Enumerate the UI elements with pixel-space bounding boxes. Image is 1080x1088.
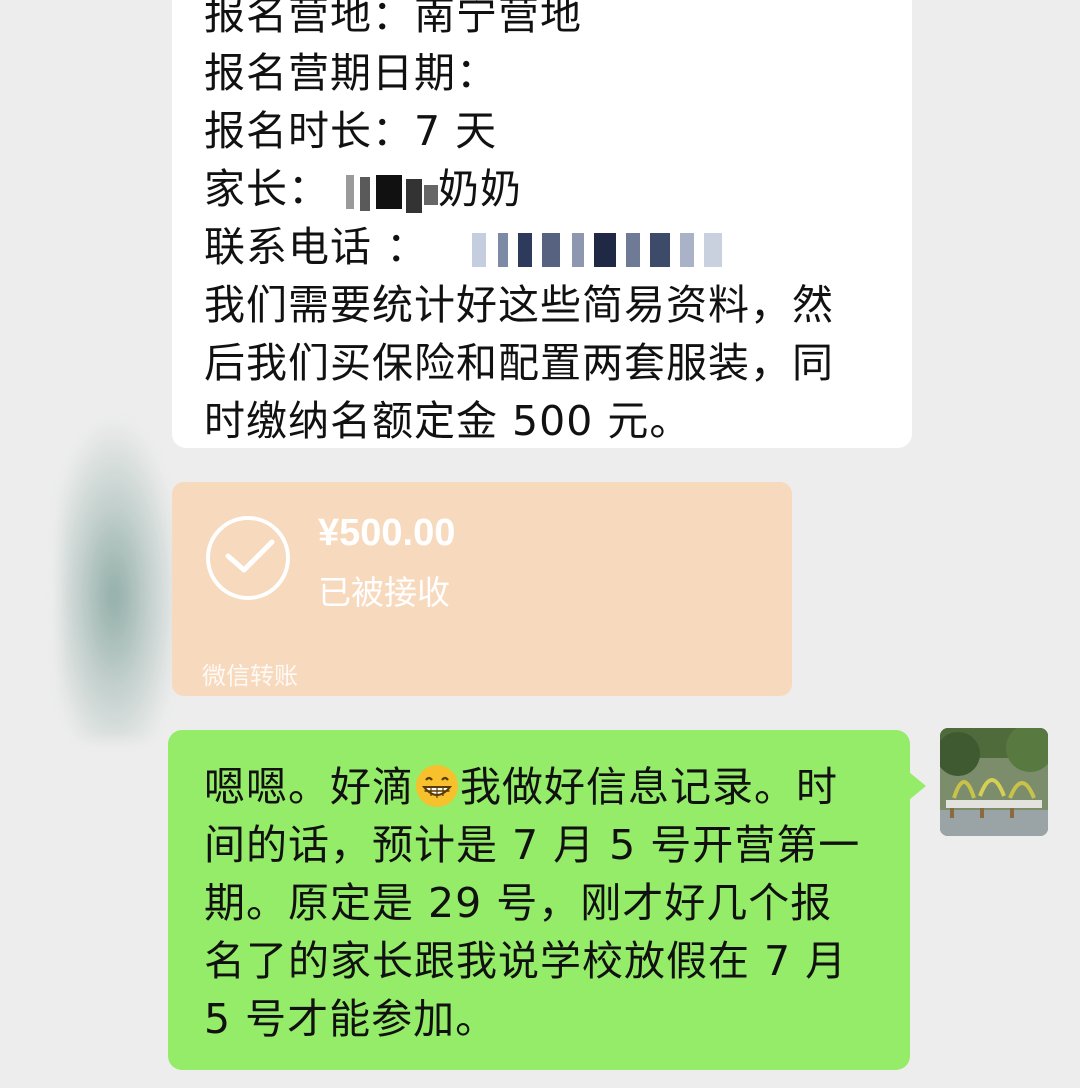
message-line: 期。原定是 29 号，刚才好几个报 (204, 879, 833, 927)
phone-line: 联系电话 ： (204, 218, 912, 276)
message-line: 报名时长：7 天 (204, 107, 498, 155)
parent-line: 家长： 奶奶 (204, 160, 912, 218)
outgoing-message-bubble[interactable]: 嗯嗯。好滴 我做好信息记录。时 间的话，预计是 7 月 5 号开营第一 期。原定是… (168, 730, 926, 1070)
message-line: 时缴纳名额定金 500 元。 (204, 397, 692, 445)
redacted-name-mosaic (346, 167, 438, 217)
message-line: 嗯嗯。好滴 我做好信息记录。时 (204, 758, 890, 816)
check-circle-icon (206, 516, 290, 600)
transfer-status: 已被接收 (318, 573, 450, 612)
parent-suffix: 奶奶 (438, 165, 522, 213)
incoming-message-bubble[interactable]: 报名营地：南宁营地 报名营期日期： 报名时长：7 天 家长： 奶奶 联系电话 ：… (172, 0, 912, 448)
transfer-amount: ¥500.00 (318, 512, 456, 554)
message-line: 我们需要统计好这些简易资料，然 (204, 281, 834, 329)
grinning-face-icon (416, 765, 458, 807)
wechat-transfer-card[interactable]: ¥500.00 已被接收 微信转账 (172, 482, 792, 696)
message-text: 我做好信息记录。时 (460, 763, 838, 811)
parent-label: 家长： (204, 165, 330, 213)
transfer-footer-label: 微信转账 (202, 662, 298, 690)
message-text: 嗯嗯。好滴 (204, 763, 414, 811)
user-avatar[interactable] (940, 728, 1048, 836)
message-line: 间的话，预计是 7 月 5 号开营第一 (204, 821, 861, 869)
message-line: 报名营地：南宁营地 (204, 0, 582, 39)
message-line: 报名营期日期： (204, 49, 498, 97)
message-line: 后我们买保险和配置两套服装，同 (204, 339, 834, 387)
background-smudge (60, 420, 180, 740)
phone-label: 联系电话 ： (204, 223, 429, 271)
redacted-phone-mosaic (472, 225, 732, 275)
message-line: 名了的家长跟我说学校放假在 7 月 (204, 937, 848, 985)
message-line: 5 号才能参加。 (204, 995, 498, 1043)
